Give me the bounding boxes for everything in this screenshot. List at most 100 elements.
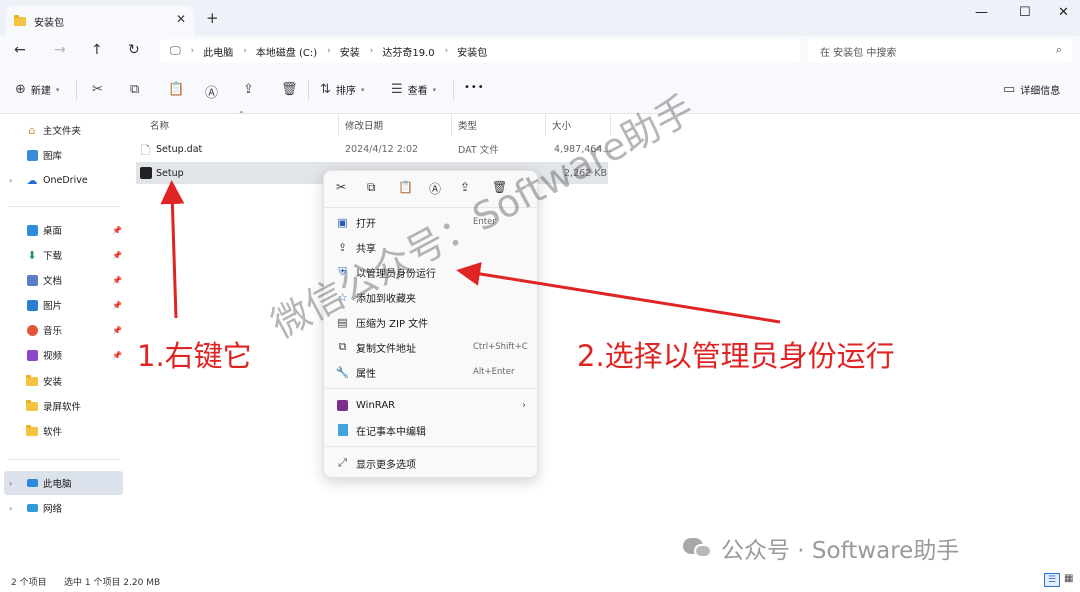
sidebar-item-label: 主文件夹: [43, 126, 82, 137]
divider: [8, 206, 120, 207]
chevron-right-icon[interactable]: ›: [9, 479, 12, 488]
more-options-button[interactable]: •••: [464, 82, 485, 93]
menu-item-compress-zip[interactable]: ▤ 压缩为 ZIP 文件: [330, 310, 532, 334]
breadcrumb[interactable]: 此电脑 › 本地磁盘 (C:) › 安装 › 达芬奇19.0 › 安装包: [203, 44, 487, 59]
paste-icon[interactable]: 📋: [398, 180, 413, 194]
tab-install-package[interactable]: 安装包 ✕: [6, 6, 194, 36]
search-placeholder: 在 安装包 中搜索: [820, 47, 897, 59]
column-divider[interactable]: [451, 114, 452, 136]
sidebar-item-network[interactable]: › 网络: [0, 496, 124, 520]
properties-icon: 🔧: [335, 365, 350, 379]
divider: [8, 459, 120, 460]
share-button[interactable]: ⇪: [243, 82, 259, 97]
sort-button[interactable]: ⇅ 排序 ▾: [320, 82, 364, 97]
download-icon: ⬇: [27, 248, 37, 262]
footer-watermark: 公众号 · Software助手: [683, 531, 959, 565]
folder-icon: [26, 399, 38, 412]
delete-button[interactable]: 🗑: [281, 82, 303, 97]
menu-item-properties[interactable]: 🔧 属性 Alt+Enter: [330, 360, 532, 384]
rename-icon[interactable]: Ⓐ: [429, 180, 441, 197]
desktop-icon: [26, 224, 38, 236]
forward-arrow-icon[interactable]: →: [54, 42, 66, 58]
copy-button[interactable]: ⧉: [130, 82, 144, 97]
chevron-right-icon[interactable]: ›: [9, 176, 12, 185]
menu-item-show-more[interactable]: ⤢ 显示更多选项: [330, 451, 532, 475]
address-bar[interactable]: 🖵 › 此电脑 › 本地磁盘 (C:) › 安装 › 达芬奇19.0 › 安装包: [160, 39, 800, 63]
sidebar-item-downloads[interactable]: ⬇ 下载 📌: [0, 243, 124, 267]
sidebar-item-gallery[interactable]: 图库: [0, 143, 124, 167]
sidebar-item-music[interactable]: 音乐 📌: [0, 318, 124, 342]
breadcrumb-local-disk[interactable]: 本地磁盘 (C:): [256, 44, 317, 59]
column-header-name[interactable]: 名称: [150, 118, 169, 132]
paste-button[interactable]: 📋: [168, 82, 189, 97]
breadcrumb-install-package[interactable]: 安装包: [457, 44, 487, 59]
back-arrow-icon[interactable]: ←: [14, 42, 26, 58]
breadcrumb-this-pc[interactable]: 此电脑: [203, 44, 233, 59]
sidebar-item-software[interactable]: 软件: [0, 419, 124, 443]
search-input[interactable]: 在 安装包 中搜索 ⌕: [808, 39, 1072, 63]
view-label: 查看: [407, 86, 428, 97]
sort-ascending-icon: ⌃: [238, 110, 245, 119]
scissors-icon: ✂: [92, 82, 103, 97]
pin-icon: 📌: [112, 250, 122, 260]
sidebar-item-videos[interactable]: 视频 📌: [0, 343, 124, 367]
close-tab-icon[interactable]: ✕: [176, 12, 186, 26]
details-pane-button[interactable]: ▭ 详细信息: [1003, 82, 1060, 97]
breadcrumb-install[interactable]: 安装: [340, 44, 360, 59]
column-header-type[interactable]: 类型: [458, 118, 477, 132]
close-window-button[interactable]: ✕: [1058, 5, 1069, 20]
view-button[interactable]: ☰ 查看 ▾: [391, 82, 436, 97]
breadcrumb-davinci[interactable]: 达芬奇19.0: [382, 44, 434, 59]
footer-watermark-text: 公众号 · Software助手: [721, 538, 960, 564]
sidebar-item-this-pc[interactable]: › 此电脑: [4, 471, 123, 495]
menu-item-copy-path[interactable]: ⧉ 复制文件地址 Ctrl+Shift+C: [330, 335, 532, 359]
up-arrow-icon[interactable]: ↑: [91, 42, 103, 58]
tiles-view-icon[interactable]: ▦: [1064, 573, 1073, 584]
cut-button[interactable]: ✂: [92, 82, 108, 97]
menu-item-winrar[interactable]: WinRAR ›: [330, 393, 532, 417]
sidebar-item-install[interactable]: 安装: [0, 369, 124, 393]
tab-title: 安装包: [34, 17, 64, 29]
sidebar-item-label: 桌面: [43, 226, 63, 237]
maximize-button[interactable]: ☐: [1019, 5, 1031, 20]
sidebar-item-onedrive[interactable]: › ☁ OneDrive: [0, 168, 124, 192]
file-icon: 🗋: [141, 144, 150, 157]
menu-item-notepad[interactable]: 在记事本中编辑: [330, 418, 532, 442]
details-view-icon[interactable]: ☰: [1044, 573, 1060, 587]
copy-icon[interactable]: ⧉: [367, 180, 376, 195]
pin-icon: 📌: [112, 325, 122, 335]
folder-icon: [14, 14, 26, 26]
sort-label: 排序: [335, 86, 356, 97]
column-header-modified[interactable]: 修改日期: [345, 118, 383, 132]
sidebar-item-home[interactable]: ⌂ 主文件夹: [0, 118, 124, 142]
new-button[interactable]: ⊕ 新建 ▾: [15, 82, 59, 97]
details-label: 详细信息: [1020, 86, 1061, 97]
sidebar-item-recorder[interactable]: 录屏软件: [0, 394, 124, 418]
view-icon: ☰: [391, 82, 403, 97]
sidebar-item-desktop[interactable]: 桌面 📌: [0, 218, 124, 242]
sidebar-item-label: 录屏软件: [43, 402, 82, 413]
divider: [324, 446, 537, 447]
gallery-icon: [26, 149, 38, 161]
sidebar-item-label: 此电脑: [43, 479, 72, 490]
home-icon: ⌂: [28, 123, 36, 137]
refresh-icon[interactable]: ↻: [128, 42, 140, 58]
column-divider[interactable]: [338, 114, 339, 136]
scissors-icon[interactable]: ✂: [336, 180, 346, 194]
rename-button[interactable]: Ⓐ: [205, 82, 223, 101]
divider: [453, 80, 454, 100]
pin-icon: 📌: [112, 350, 122, 360]
sidebar-item-pictures[interactable]: 图片 📌: [0, 293, 124, 317]
new-tab-button[interactable]: +: [206, 9, 219, 27]
sidebar-item-label: 网络: [43, 504, 63, 515]
chevron-right-icon[interactable]: ›: [9, 504, 12, 513]
column-divider[interactable]: [545, 114, 546, 136]
computer-icon: 🖵: [170, 44, 181, 57]
chevron-right-icon: ›: [190, 46, 195, 56]
minimize-button[interactable]: —: [975, 5, 988, 20]
sidebar-item-documents[interactable]: 文档 📌: [0, 268, 124, 292]
column-header-size[interactable]: 大小: [552, 118, 571, 132]
pin-icon: 📌: [112, 225, 122, 235]
document-icon: [26, 274, 38, 286]
menu-item-shortcut: Ctrl+Shift+C: [473, 342, 528, 352]
